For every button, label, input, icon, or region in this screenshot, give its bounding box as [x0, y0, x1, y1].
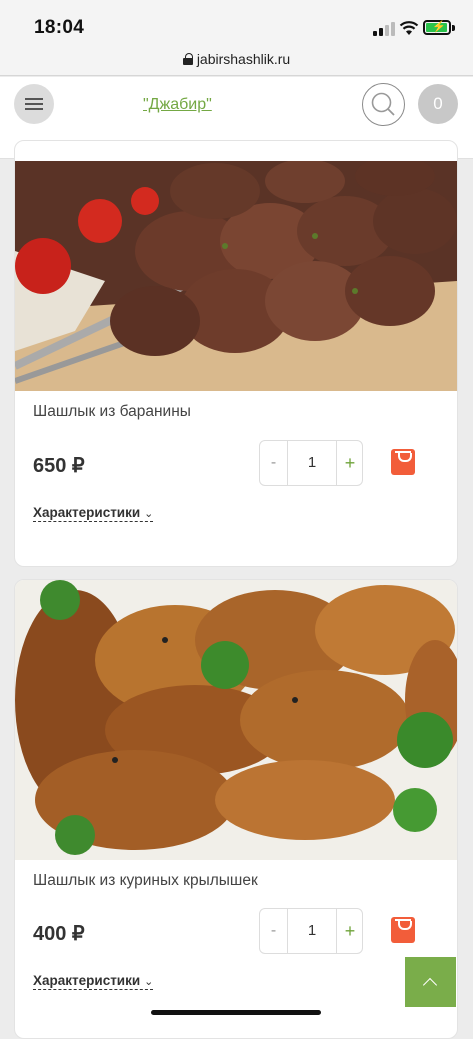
chevron-down-icon: ⌄: [144, 508, 154, 520]
characteristics-toggle[interactable]: Характеристики ⌄: [33, 505, 154, 522]
decrease-button[interactable]: -: [260, 441, 287, 485]
product-price: 650 ₽: [33, 455, 85, 477]
status-time: 18:04: [34, 17, 85, 38]
add-to-cart-button[interactable]: [391, 449, 415, 475]
search-icon: [371, 92, 395, 116]
home-indicator[interactable]: [151, 1010, 321, 1015]
cart-count: 0: [433, 94, 443, 113]
increase-button[interactable]: +: [337, 441, 363, 485]
search-button[interactable]: [362, 83, 405, 126]
product-card: Шашлык из куриных крылышек 400 ₽ - 1 + Х…: [14, 579, 458, 1039]
cart-button[interactable]: 0: [418, 84, 458, 124]
status-bar: 18:04 ⚡: [0, 0, 473, 48]
quantity-input[interactable]: 1: [287, 909, 337, 953]
product-card: Шашлык из баранины 650 ₽ - 1 + Характери…: [14, 140, 458, 567]
quantity-stepper: - 1 +: [259, 908, 363, 954]
battery-icon: ⚡: [423, 20, 451, 35]
url-text: jabirshashlik.ru: [196, 51, 291, 67]
add-to-cart-button[interactable]: [391, 917, 415, 943]
decrease-button[interactable]: -: [260, 909, 287, 953]
increase-button[interactable]: +: [337, 909, 363, 953]
wifi-icon: [399, 21, 419, 35]
product-name[interactable]: Шашлык из баранины: [33, 403, 191, 421]
brand-link[interactable]: "Джабир": [143, 96, 212, 114]
product-name[interactable]: Шашлык из куриных крылышек: [33, 872, 258, 890]
product-image[interactable]: [15, 580, 457, 860]
quantity-stepper: - 1 +: [259, 440, 363, 486]
address-bar[interactable]: jabirshashlik.ru: [0, 48, 473, 76]
chevron-down-icon: ⌄: [144, 976, 154, 988]
menu-button[interactable]: [14, 84, 54, 124]
quantity-input[interactable]: 1: [287, 441, 337, 485]
signal-icon: [373, 22, 395, 36]
product-price: 400 ₽: [33, 923, 85, 945]
characteristics-toggle[interactable]: Характеристики ⌄: [33, 973, 154, 990]
scroll-to-top-button[interactable]: [405, 957, 456, 1007]
lock-icon: [182, 53, 193, 65]
product-image[interactable]: [15, 161, 457, 391]
